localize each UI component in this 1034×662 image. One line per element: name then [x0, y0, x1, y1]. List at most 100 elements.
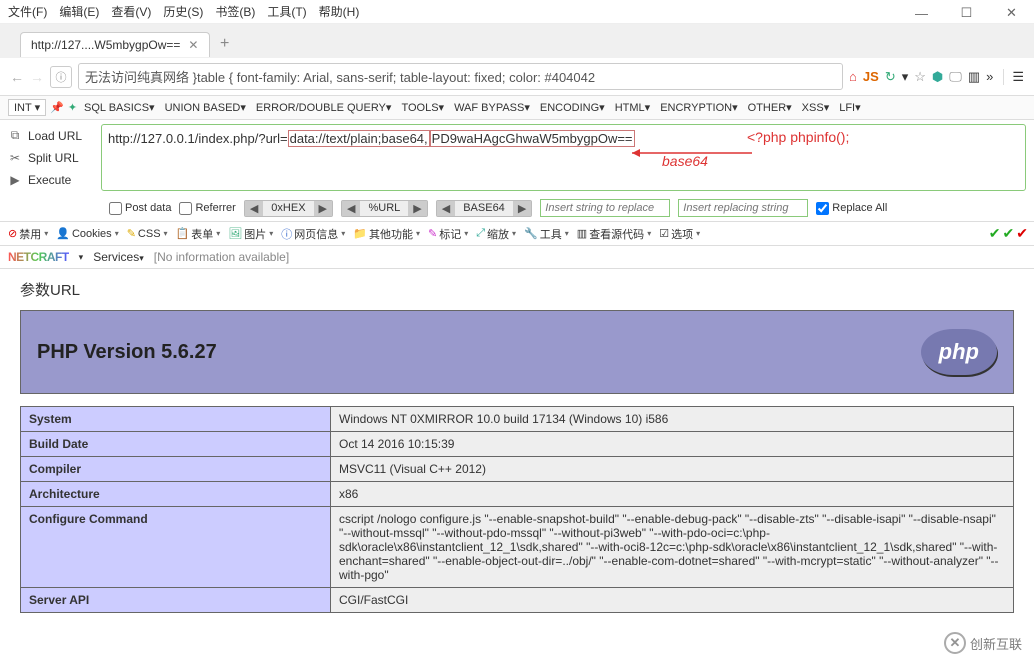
browser-tab[interactable]: http://127....W5mbygpOw== ✕: [20, 32, 210, 57]
js-icon[interactable]: JS: [863, 69, 879, 84]
identity-icon[interactable]: ⓘ: [50, 66, 72, 88]
outline-menu[interactable]: ✎标记: [426, 226, 470, 242]
new-tab-button[interactable]: +: [220, 35, 229, 53]
page-content: 参数URL PHP Version 5.6.27 php SystemWindo…: [0, 269, 1034, 623]
netcraft-logo[interactable]: NETCRAFT: [8, 250, 69, 264]
menu-edit[interactable]: 编辑(E): [59, 3, 99, 20]
sync-icon[interactable]: ↻: [885, 69, 896, 85]
urlbar-icons: ⌂ JS ↻ ▾ ☆ ⬢ 🖵 ▥ » ☰: [849, 69, 1024, 85]
star-icon[interactable]: ☆: [914, 69, 926, 85]
row-key: Configure Command: [21, 507, 331, 588]
hackbar-star-icon[interactable]: ✦: [68, 101, 77, 114]
url-segment-protocol: data://text/plain;base64,: [288, 130, 430, 147]
referrer-checkbox[interactable]: Referrer: [179, 202, 235, 215]
row-value: x86: [331, 482, 1014, 507]
home-icon[interactable]: ⌂: [849, 69, 857, 84]
menu-encryption[interactable]: ENCRYPTION▾: [657, 99, 740, 116]
menu-bookmarks[interactable]: 书签(B): [215, 3, 255, 20]
row-key: System: [21, 407, 331, 432]
page-heading: 参数URL: [20, 279, 1014, 300]
hackbar-url-input[interactable]: http://127.0.0.1/index.php/?url=data://t…: [101, 124, 1026, 191]
address-input[interactable]: 无法访问纯真网络 }table { font-family: Arial, sa…: [78, 63, 843, 90]
addon-icon-3[interactable]: ▥: [968, 69, 980, 85]
tools-menu[interactable]: 🔧工具: [522, 226, 571, 242]
table-row: Server APICGI/FastCGI: [21, 588, 1014, 613]
disable-menu[interactable]: ⊘禁用: [6, 226, 50, 242]
row-key: Architecture: [21, 482, 331, 507]
source-menu[interactable]: ▥查看源代码: [575, 226, 653, 242]
maximize-button[interactable]: ☐: [944, 2, 989, 24]
replace-all-checkbox[interactable]: Replace All: [816, 202, 887, 215]
menu-view[interactable]: 查看(V): [111, 3, 151, 20]
menu-other[interactable]: OTHER▾: [745, 99, 795, 116]
menu-union-based[interactable]: UNION BASED▾: [162, 99, 249, 116]
cookies-menu[interactable]: 👤Cookies: [54, 227, 120, 240]
url-bar: ← → ⓘ 无法访问纯真网络 }table { font-family: Ari…: [0, 58, 1034, 96]
forward-button[interactable]: →: [30, 69, 44, 85]
hackbar-db-select[interactable]: INT ▾: [8, 99, 46, 116]
hackbar-actions: ⧉Load URL ✂Split URL ▶Execute: [8, 124, 93, 191]
services-menu[interactable]: Services▾: [93, 250, 144, 264]
split-icon: ✂: [8, 151, 22, 165]
options-menu[interactable]: ☑选项: [657, 226, 702, 242]
row-key: Build Date: [21, 432, 331, 457]
row-value: Windows NT 0XMIRROR 10.0 build 17134 (Wi…: [331, 407, 1014, 432]
addon-icon-1[interactable]: ⬢: [932, 69, 943, 85]
pageinfo-menu[interactable]: ⓘ网页信息: [279, 226, 347, 242]
split-url-button[interactable]: ✂Split URL: [8, 147, 93, 169]
menu-history[interactable]: 历史(S): [163, 3, 203, 20]
find-input[interactable]: [540, 199, 670, 217]
load-url-button[interactable]: ⧉Load URL: [8, 124, 93, 147]
minimize-button[interactable]: —: [899, 2, 944, 24]
check-icon[interactable]: ✔: [1003, 225, 1015, 242]
menu-tools[interactable]: 工具(T): [267, 3, 306, 20]
menu-tools[interactable]: TOOLS▾: [398, 99, 447, 116]
hamburger-icon[interactable]: ☰: [1003, 69, 1024, 85]
row-key: Compiler: [21, 457, 331, 482]
replace-input[interactable]: [678, 199, 808, 217]
php-version-title: PHP Version 5.6.27: [37, 341, 217, 364]
misc-menu[interactable]: 📁其他功能: [351, 226, 422, 242]
check-icon[interactable]: ✔: [989, 225, 1001, 242]
table-row: Configure Commandcscript /nologo configu…: [21, 507, 1014, 588]
menu-file[interactable]: 文件(F): [8, 3, 47, 20]
table-row: SystemWindows NT 0XMIRROR 10.0 build 171…: [21, 407, 1014, 432]
close-icon[interactable]: ✕: [188, 38, 198, 52]
menu-help[interactable]: 帮助(H): [319, 3, 360, 20]
overflow-icon[interactable]: »: [986, 69, 993, 84]
menu-html[interactable]: HTML▾: [612, 99, 653, 116]
execute-button[interactable]: ▶Execute: [8, 169, 93, 191]
base64-encode-button[interactable]: ◀BASE64▶: [436, 200, 533, 217]
watermark: ✕ 创新互联: [938, 630, 1028, 656]
menu-sql-basics[interactable]: SQL BASICS▾: [81, 99, 158, 116]
menu-lfi[interactable]: LFI▾: [836, 99, 863, 116]
row-value: Oct 14 2016 10:15:39: [331, 432, 1014, 457]
menu-bar: 文件(F) 编辑(E) 查看(V) 历史(S) 书签(B) 工具(T) 帮助(H…: [0, 0, 1034, 24]
tab-title: http://127....W5mbygpOw==: [31, 38, 180, 52]
annotation-phpinfo: <?php phpinfo();: [747, 129, 849, 145]
table-row: Build DateOct 14 2016 10:15:39: [21, 432, 1014, 457]
row-value: cscript /nologo configure.js "--enable-s…: [331, 507, 1014, 588]
images-menu[interactable]: 🖼图片: [226, 226, 275, 242]
menu-waf-bypass[interactable]: WAF BYPASS▾: [451, 99, 533, 116]
menu-xss[interactable]: XSS▾: [799, 99, 833, 116]
forms-menu[interactable]: 📋表单: [174, 226, 223, 242]
row-key: Server API: [21, 588, 331, 613]
url-segment-payload: PD9waHAgcGhwaW5mbygpOw==: [430, 130, 635, 147]
close-button[interactable]: ✕: [989, 2, 1034, 24]
addon-icon-2[interactable]: 🖵: [949, 69, 962, 85]
css-menu[interactable]: ✎CSS: [125, 227, 170, 240]
menu-icon[interactable]: ▾: [902, 69, 909, 85]
postdata-checkbox[interactable]: Post data: [109, 202, 171, 215]
menu-encoding[interactable]: ENCODING▾: [537, 99, 608, 116]
hex-encode-button[interactable]: ◀0xHEX▶: [244, 200, 333, 217]
menu-error-query[interactable]: ERROR/DOUBLE QUERY▾: [253, 99, 395, 116]
back-button[interactable]: ←: [10, 69, 24, 85]
watermark-icon: ✕: [944, 632, 966, 654]
url-encode-button[interactable]: ◀%URL▶: [341, 200, 428, 217]
table-row: CompilerMSVC11 (Visual C++ 2012): [21, 457, 1014, 482]
check-icon[interactable]: ✔: [1016, 225, 1028, 242]
php-header: PHP Version 5.6.27 php: [20, 310, 1014, 394]
hackbar-pin-icon[interactable]: 📌: [50, 101, 64, 114]
resize-menu[interactable]: ⤢缩放: [474, 226, 518, 242]
